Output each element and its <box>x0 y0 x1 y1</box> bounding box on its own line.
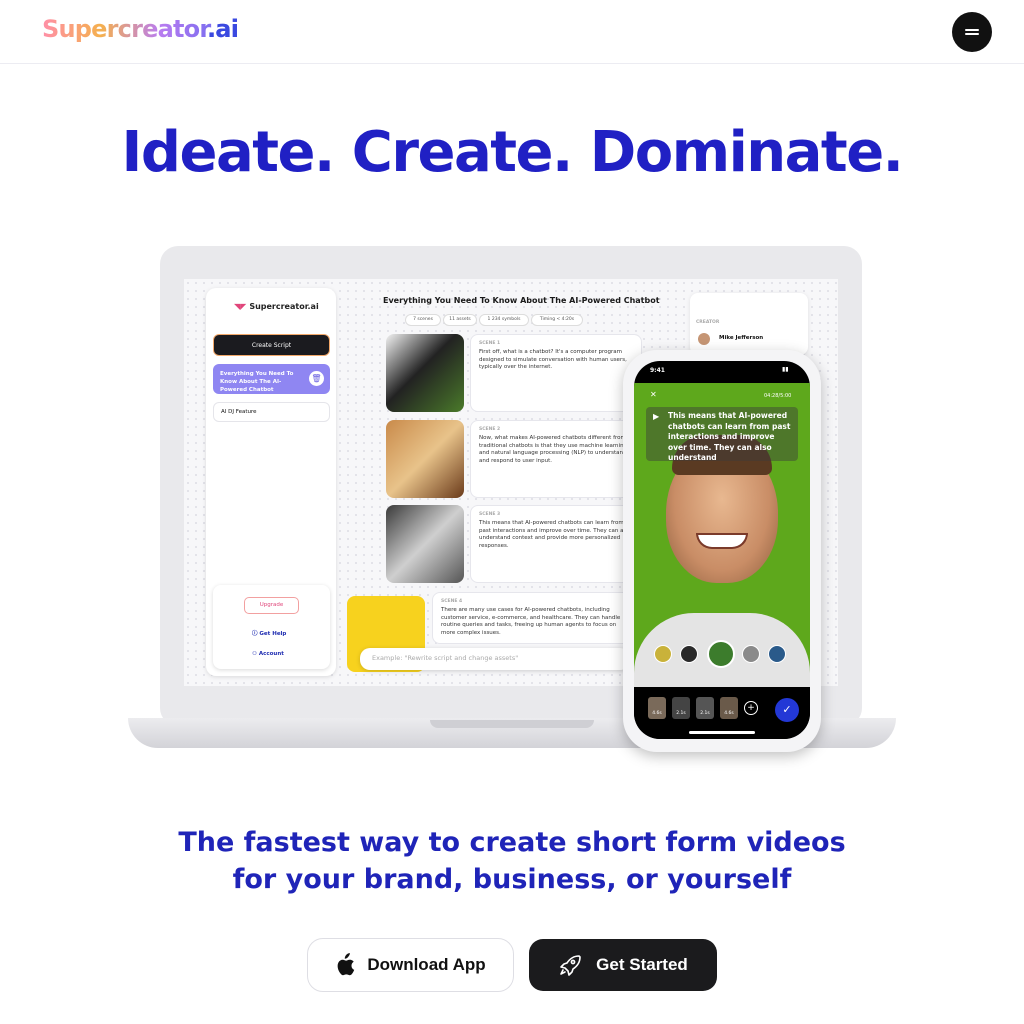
plus-icon: + <box>744 701 758 715</box>
site-header: Supercreator.ai <box>0 0 1024 64</box>
close-icon: ✕ <box>650 390 657 399</box>
play-icon: ▶ <box>653 412 660 421</box>
get-started-button[interactable]: Get Started <box>529 939 717 991</box>
filter-option-selected <box>707 640 735 668</box>
apple-logo-icon <box>337 953 355 976</box>
scene-card: SCENE 2 Now, what makes AI-powered chatb… <box>470 420 642 498</box>
create-script-button: Create Script <box>213 334 330 356</box>
home-indicator <box>689 731 755 734</box>
prompt-input: Example: "Rewrite script and change asse… <box>360 648 630 670</box>
clip-thumbnail: 4.6s <box>648 697 666 719</box>
battery-icon: ▮▮ <box>782 366 789 373</box>
phone-clock: 9:41 <box>650 367 665 374</box>
recording-timer: 04:28/5:00 <box>764 393 792 399</box>
clip-thumbnail: 2.1s <box>672 697 690 719</box>
creator-label: CREATOR <box>696 320 720 325</box>
doc-title: Everything You Need To Know About The AI… <box>383 296 660 305</box>
teleprompter-caption: ▶ This means that AI-powered chatbots ca… <box>646 407 798 461</box>
check-icon: ✓ <box>775 698 799 722</box>
scene-card: SCENE 1 First off, what is a chatbot? It… <box>470 334 642 412</box>
clip-thumbnail: 2.1s <box>696 697 714 719</box>
chip: 7 scenes <box>405 314 441 326</box>
subtitle-line: The fastest way to create short form vid… <box>178 827 846 858</box>
filter-option <box>654 645 672 663</box>
subtitle-line: for your brand, business, or yourself <box>232 864 792 895</box>
trash-icon: 🗑 <box>309 371 324 386</box>
scene-thumbnail <box>386 420 464 498</box>
scene-card: SCENE 3 This means that AI-powered chatb… <box>470 505 642 583</box>
brand-logo[interactable]: Supercreator.ai <box>42 15 239 43</box>
user-icon: ⚇ <box>252 651 259 657</box>
app-logo: ◥◤ Supercreator.ai <box>234 302 319 311</box>
get-help-link: ⓘ Get Help <box>252 631 287 637</box>
download-app-label: Download App <box>367 955 486 974</box>
hero-subtitle: The fastest way to create short form vid… <box>0 824 1024 898</box>
phone-screen: 9:41 ▮▮ ✕ 04:28/5:00 ▶ This means that A… <box>634 361 810 739</box>
scene-thumbnail <box>386 334 464 412</box>
get-started-label: Get Started <box>596 955 688 974</box>
presenter-smile <box>696 533 748 549</box>
account-link: ⚇ Account <box>252 651 284 657</box>
filter-option <box>680 645 698 663</box>
clip-thumbnail: 4.6s <box>720 697 738 719</box>
hamburger-menu-icon <box>965 29 979 31</box>
chip: 11 assets <box>443 314 477 326</box>
upgrade-button: Upgrade <box>244 597 299 614</box>
chip: 1 234 symbols <box>479 314 529 326</box>
logo-suffix: .ai <box>206 15 239 43</box>
filter-option <box>768 645 786 663</box>
chip: Timing < 4:20s <box>531 314 583 326</box>
download-app-button[interactable]: Download App <box>307 938 514 992</box>
avatar <box>698 333 710 345</box>
filter-option <box>742 645 760 663</box>
menu-button[interactable] <box>952 12 992 52</box>
app-logo-icon: ◥◤ <box>234 302 247 311</box>
logo-text: Supercreator <box>42 15 207 43</box>
scene-card: SCENE 4 There are many use cases for AI-… <box>432 592 632 644</box>
laptop-notch <box>430 720 594 728</box>
hero-title: Ideate. Create. Dominate. <box>121 120 904 185</box>
creator-name: Mike Jefferson <box>719 335 764 341</box>
rocket-icon <box>560 955 581 976</box>
hamburger-menu-icon-line <box>965 33 979 35</box>
scene-thumbnail <box>386 505 464 583</box>
doc-item: AI DJ Feature <box>213 402 330 422</box>
